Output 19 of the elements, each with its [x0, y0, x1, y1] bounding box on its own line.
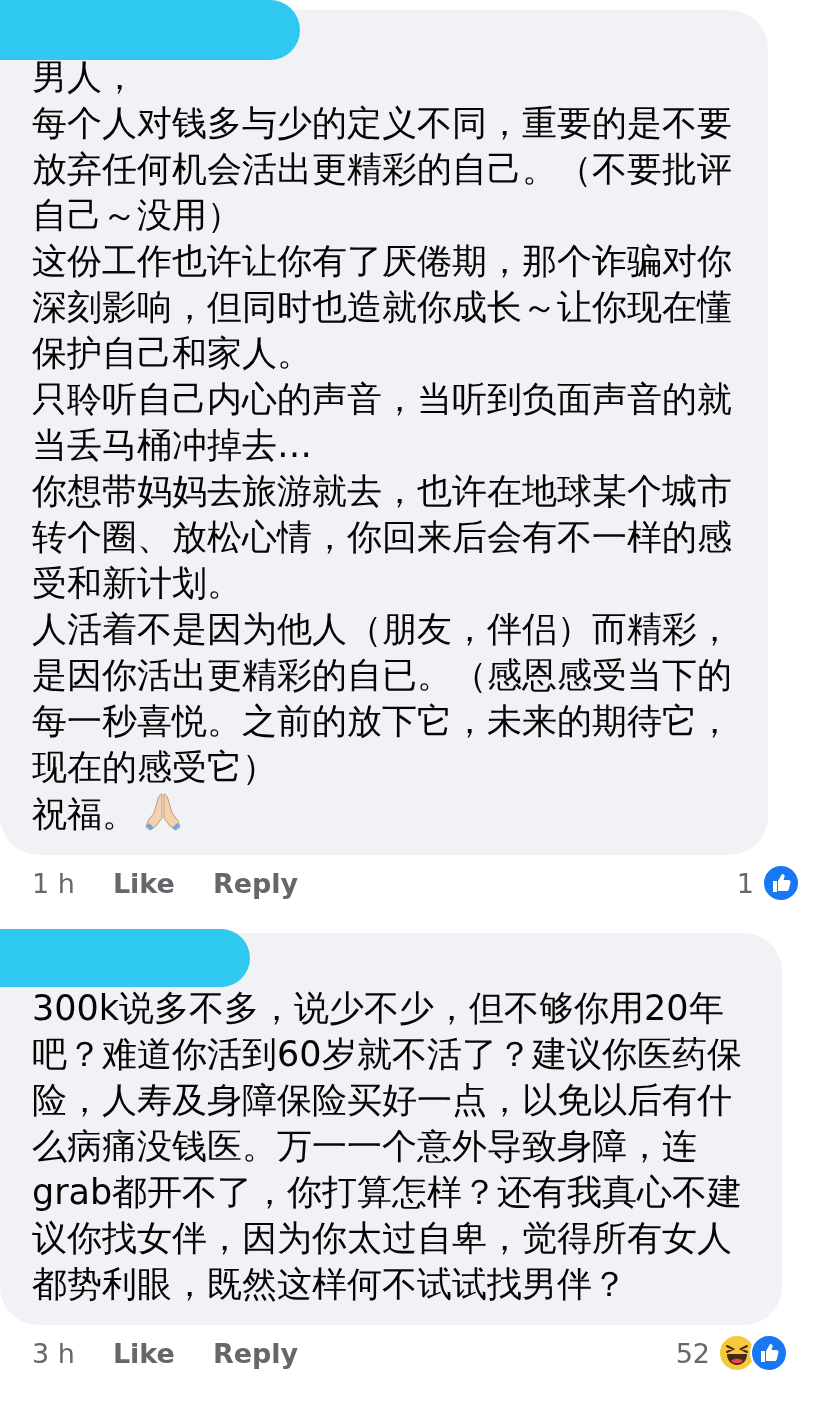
like-button[interactable]: Like [112, 1337, 175, 1369]
timestamp: 1 h [32, 867, 75, 899]
comment-text: 人活着不是因为他人（朋友，伴侣）而精彩，是因你活出更精彩的自已。（感恩感受当下的每一秒喜悦。之前的放下它，未来的期待它，现在的感受它） [32, 608, 733, 789]
comment-text: 这份工作也许让你有了厌倦期，那个诈骗对你深刻影响，但同时也造就你成长～让你现在懂保护自己和家人。 [32, 240, 733, 375]
timestamp: 3 h [32, 1337, 75, 1369]
comment-text: 300k说多不多，说少不少，但不够你用20年吧？难道你活到60岁就不活了？建议你医药保险，人寿及身障保险买好一点，以免以后有什么病痛没钱医。万一一个意外导致身障，连grab都开不了，你打算怎样？还有我真心不建议你找女伴，因为你太过自卑，觉得所有女人都势利眼，既然这样何不试试找男伴？ [32, 987, 744, 1306]
comment-text: 只聆听自己内心的声音，当听到负面声音的就当丢马桶冲掉去… [32, 378, 733, 467]
like-reaction-icon [762, 864, 800, 902]
praying-hands-icon [143, 790, 183, 832]
reply-button[interactable]: Reply [212, 867, 299, 899]
reply-button[interactable]: Reply [212, 1337, 299, 1369]
like-reaction-icon [750, 1334, 788, 1372]
reaction-count: 1 [736, 867, 754, 899]
comment-text: 男人， [32, 56, 138, 99]
comment-text: 祝福。 [32, 794, 137, 834]
comment-text: 每个人对钱多与少的定义不同，重要的是不要放弃任何机会活出更精彩的自己。（不要批评自己～没用） [32, 102, 733, 237]
comment-text: 你想带妈妈去旅游就去，也许在地球某个城市转个圈、放松心情，你回来后会有不一样的感受和新计划。 [32, 470, 733, 605]
like-button[interactable]: Like [112, 867, 175, 899]
reaction-count: 52 [675, 1337, 710, 1369]
